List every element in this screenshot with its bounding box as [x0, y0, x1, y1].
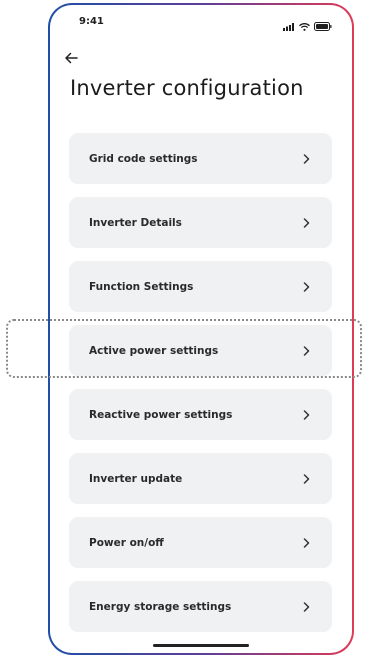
chevron-right-icon [303, 153, 310, 164]
menu-item-active-power-settings[interactable]: Active power settings [69, 325, 332, 376]
chevron-right-icon [303, 473, 310, 484]
status-time: 9:41 [79, 16, 104, 27]
menu-item-label: Inverter update [89, 472, 183, 485]
cellular-signal-icon [283, 16, 295, 35]
menu-item-label: Power on/off [89, 536, 164, 549]
menu-item-grid-code-settings[interactable]: Grid code settings [69, 133, 332, 184]
menu-item-label: Reactive power settings [89, 408, 233, 421]
menu-item-function-settings[interactable]: Function Settings [69, 261, 332, 312]
menu-item-inverter-details[interactable]: Inverter Details [69, 197, 332, 248]
chevron-right-icon [303, 537, 310, 548]
home-indicator[interactable] [153, 644, 249, 647]
menu-item-label: Function Settings [89, 280, 194, 293]
menu-item-inverter-update[interactable]: Inverter update [69, 453, 332, 504]
menu-item-power-on-off[interactable]: Power on/off [69, 517, 332, 568]
back-button[interactable] [64, 50, 84, 66]
page: 9:41 Inverter configuration Grid code se… [0, 0, 366, 657]
phone-frame: 9:41 Inverter configuration Grid code se… [48, 3, 354, 655]
status-icons [283, 16, 332, 35]
battery-icon [314, 16, 332, 35]
wifi-icon [299, 16, 310, 35]
menu-item-label: Active power settings [89, 344, 219, 357]
menu-item-reactive-power-settings[interactable]: Reactive power settings [69, 389, 332, 440]
phone-screen: 9:41 Inverter configuration Grid code se… [50, 5, 352, 653]
page-title: Inverter configuration [70, 76, 304, 100]
menu-item-energy-storage-settings[interactable]: Energy storage settings [69, 581, 332, 632]
settings-menu-list: Grid code settings Inverter Details Func… [69, 133, 332, 645]
chevron-right-icon [303, 601, 310, 612]
menu-item-label: Energy storage settings [89, 600, 232, 613]
status-bar: 9:41 [50, 5, 352, 41]
menu-item-label: Inverter Details [89, 216, 182, 229]
back-arrow-icon [64, 49, 78, 68]
chevron-right-icon [303, 281, 310, 292]
chevron-right-icon [303, 409, 310, 420]
menu-item-label: Grid code settings [89, 152, 198, 165]
chevron-right-icon [303, 345, 310, 356]
chevron-right-icon [303, 217, 310, 228]
